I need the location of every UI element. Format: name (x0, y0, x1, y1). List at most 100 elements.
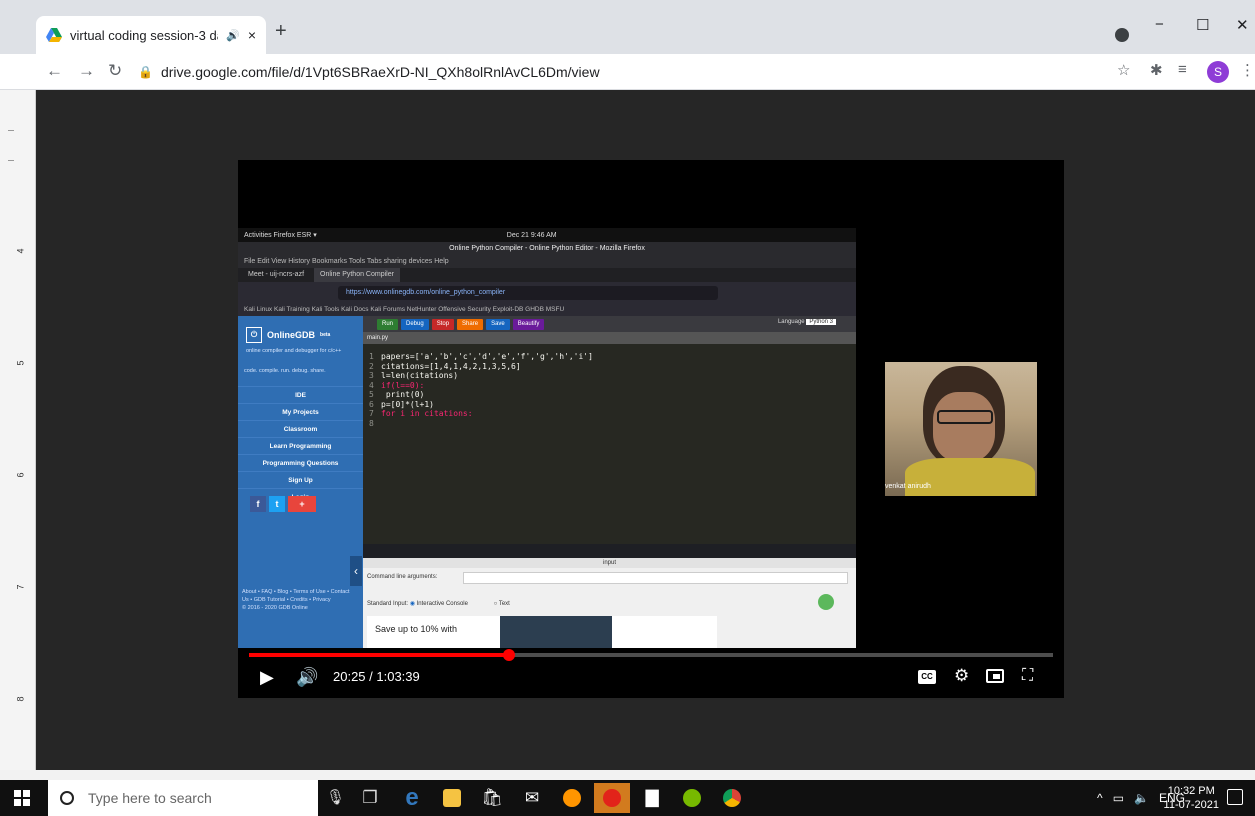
captions-button[interactable]: CC (918, 670, 936, 684)
firefox-tab: Meet - uij-ncrs-azf (248, 271, 305, 278)
settings-gear-icon[interactable]: ⚙ (954, 666, 969, 686)
browser-toolbar: ← → ↻ 🔒 drive.google.com/file/d/1Vpt6SBR… (0, 54, 1255, 90)
miniplayer-icon[interactable] (986, 669, 1004, 683)
firefox-urlbar: https://www.onlinegdb.com/online_python_… (238, 282, 856, 304)
firefox-url-text: https://www.onlinegdb.com/online_python_… (338, 286, 718, 300)
stdin-option: Interactive Console (416, 601, 468, 607)
gdb-nav-item: Programming Questions (238, 454, 363, 471)
play-icon[interactable]: ▶ (260, 667, 274, 688)
footer-line: © 2016 - 2020 GDB Online (242, 605, 308, 611)
back-arrow-icon[interactable]: ← (46, 61, 63, 81)
minimize-button[interactable]: − (1155, 16, 1164, 33)
taskbar-search[interactable]: Type here to search (48, 780, 318, 816)
cortana-icon (60, 791, 74, 805)
search-placeholder: Type here to search (88, 790, 212, 806)
profile-avatar[interactable]: S (1207, 61, 1229, 83)
beta-badge: beta (320, 332, 331, 338)
task-view-icon[interactable]: ❐ (352, 783, 388, 813)
notification-icon[interactable] (1227, 789, 1243, 805)
lock-icon: 🔒 (138, 65, 153, 79)
progress-bar[interactable] (249, 649, 1053, 661)
store-icon[interactable]: 🛍 (474, 783, 510, 813)
menu-kebab-icon[interactable]: ⋮ (1240, 61, 1255, 79)
debug-button: Debug (401, 318, 429, 330)
onlinegdb-sidebar: ⏻ OnlineGDB beta online compiler and deb… (238, 316, 363, 648)
google-plus-icon: + (288, 496, 316, 512)
file-explorer-icon[interactable] (434, 783, 470, 813)
microphone-icon[interactable]: 🎙 (326, 788, 345, 806)
chevron-up-icon[interactable]: ^ (1097, 791, 1103, 805)
windows-start-icon[interactable] (14, 790, 30, 806)
language-label: Language (777, 319, 805, 325)
maximize-button[interactable]: ☐ (1196, 16, 1209, 34)
clock-time: 10:32 PM (1167, 785, 1215, 797)
facebook-icon: f (250, 496, 266, 512)
forward-arrow-icon[interactable]: → (78, 61, 95, 81)
cmd-label: Command line arguments: (367, 574, 438, 580)
firefox-icon[interactable] (554, 783, 590, 813)
ad-banner: Save up to 10% with (367, 616, 717, 648)
participant-video (885, 362, 1037, 496)
gdb-nav-item: Learn Programming (238, 437, 363, 454)
progress-scrubber[interactable] (502, 649, 515, 661)
volume-icon[interactable]: 🔊 (296, 667, 318, 688)
code-line: 2 citations=[1,4,1,4,2,1,3,5,6] (369, 361, 521, 371)
browser-tabstrip: virtual coding session-3 day- 🔊 × + − ☐ … (0, 0, 1255, 54)
footer-line: About • FAQ • Blog • Terms of Use • Cont… (242, 589, 350, 595)
gdb-nav-item: Sign Up (238, 471, 363, 488)
google-drive-icon (46, 28, 62, 42)
address-bar[interactable]: 🔒 drive.google.com/file/d/1Vpt6SBRaeXrD-… (138, 59, 1098, 85)
bookmark-star-icon[interactable]: ☆ (1117, 61, 1130, 79)
url-text: drive.google.com/file/d/1Vpt6SBRaeXrD-NI… (160, 64, 600, 80)
ruler-number: 4 (15, 248, 26, 254)
document-icon[interactable]: ▇ (634, 783, 670, 813)
mail-icon[interactable]: ✉ (514, 783, 550, 813)
fullscreen-icon[interactable]: ⛶ (1022, 667, 1033, 685)
participant-name: venkat anirudh (885, 483, 931, 490)
close-tab-icon[interactable]: × (248, 27, 256, 43)
run-button: Run (377, 318, 399, 330)
firefox-tab: Online Python Compiler (314, 268, 400, 282)
ruler-number: 8 (15, 696, 26, 702)
opera-icon[interactable] (594, 783, 630, 813)
network-icon[interactable]: ▭ (1113, 791, 1124, 805)
code-line: 5 print(0) (369, 390, 425, 399)
io-header: input (363, 558, 856, 568)
speaker-icon[interactable]: 🔊 (226, 29, 240, 42)
new-tab-button[interactable]: + (275, 20, 287, 43)
volume-tray-icon[interactable]: 🔈 (1134, 791, 1149, 805)
code-line: 4 if(l==0): (369, 380, 425, 390)
windows-taskbar: Type here to search 🎙 ❐ e 🛍 ✉ ▇ ^ ▭ 🔈 EN… (0, 780, 1255, 816)
chrome-icon[interactable] (714, 783, 750, 813)
close-window-button[interactable]: ✕ (1236, 16, 1249, 34)
video-player[interactable]: Activities Firefox ESR ▾ Dec 21 9:46 AM … (238, 160, 1064, 698)
record-indicator-icon (1115, 28, 1129, 42)
radio-selected-icon: ◉ (409, 601, 417, 607)
ruler-number: 6 (15, 472, 26, 478)
onlinegdb-logo: ⏻ OnlineGDB beta (246, 324, 356, 346)
footer-line: Us • GDB Tutorial • Credits • Privacy (242, 597, 331, 603)
timecode: 20:25 / 1:03:39 (333, 669, 420, 684)
recorded-screen: Activities Firefox ESR ▾ Dec 21 9:46 AM … (238, 228, 856, 648)
extensions-icon[interactable]: ✱ (1150, 61, 1163, 79)
progress-fill (249, 653, 509, 657)
sidebar-collapse-icon: ‹ (350, 556, 362, 586)
firefox-bookmarks: Kali Linux Kali Training Kali Tools Kali… (238, 304, 856, 316)
ruler-tick (8, 130, 14, 131)
media-control-icon[interactable]: ≡ (1178, 61, 1187, 78)
power-icon: ⏻ (246, 327, 262, 343)
browser-tab[interactable]: virtual coding session-3 day- 🔊 × (36, 16, 266, 54)
ruler-number: 5 (15, 360, 26, 366)
firefox-menu: File Edit View History Bookmarks Tools T… (238, 256, 856, 268)
language-select: Language Python 3 (778, 319, 836, 325)
taskbar-clock[interactable]: 10:32 PM 11-07-2021 (1164, 784, 1219, 812)
ruler-number: 7 (15, 584, 26, 590)
stop-button: Stop (431, 318, 455, 330)
utorrent-icon[interactable] (674, 783, 710, 813)
drive-viewer: 4 5 6 7 8 Activities Firefox ESR ▾ Dec 2… (0, 90, 1255, 770)
reload-icon[interactable]: ↻ (108, 61, 122, 81)
firefox-title: Online Python Compiler - Online Python E… (238, 242, 856, 256)
gnome-topbar: Activities Firefox ESR ▾ Dec 21 9:46 AM (238, 228, 856, 242)
edge-icon[interactable]: e (394, 783, 430, 813)
share-button: Share (457, 318, 484, 330)
